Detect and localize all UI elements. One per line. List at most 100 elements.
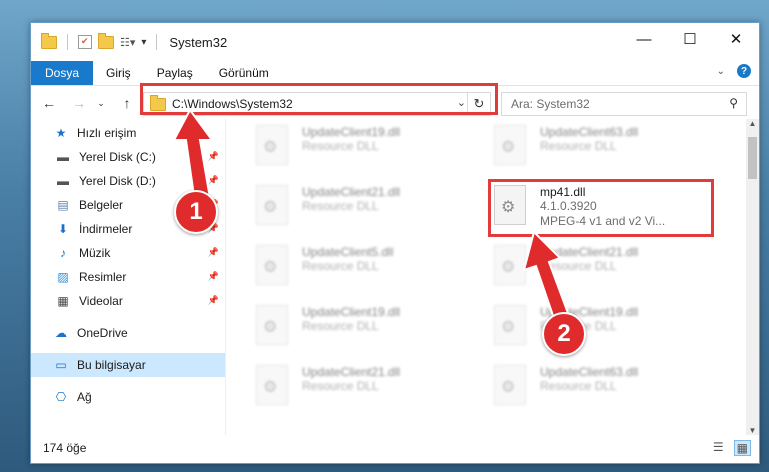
sidebar-item-music[interactable]: ♪ Müzik 📌 [31,241,225,265]
dll-file-icon [256,245,288,285]
tab-file[interactable]: Dosya [31,61,94,85]
search-icon[interactable]: ⚲ [729,96,738,110]
file-name: UpdateClient5.dll [302,245,394,259]
content-area: ★ Hızlı erişim ▬ Yerel Disk (C:) 📌 ▬ Yer… [31,119,759,435]
file-name: UpdateClient21.dll [302,365,401,379]
properties-icon[interactable]: ✔ [78,35,92,49]
window-title: System32 [169,34,228,50]
sidebar-item-label: Videolar [79,294,123,308]
cloud-icon: ☁ [55,326,67,340]
sidebar-item-label: Belgeler [79,198,124,212]
step-badge-1: 1 [174,190,218,234]
file-type: Resource DLL [302,259,379,273]
step-badge-2: 2 [542,312,586,356]
sidebar-item-videos[interactable]: ▦ Videolar 📌 [31,289,225,313]
file-item[interactable]: UpdateClient63.dll Resource DLL [494,125,638,165]
sidebar-item-label: İndirmeler [79,222,133,236]
sidebar-item-label: Hızlı erişim [77,126,137,140]
sidebar-item-label: Resimler [79,270,127,284]
folder-icon [41,32,57,49]
divider [156,34,158,50]
new-folder-icon[interactable] [98,32,114,49]
pin-icon[interactable]: 📌 [208,271,219,282]
sidebar-item-label: Yerel Disk (C:) [79,150,156,164]
file-type: Resource DLL [302,319,379,333]
sidebar-item-label: Yerel Disk (D:) [79,174,156,188]
file-type: Resource DLL [302,139,379,153]
close-button[interactable]: ✕ [713,23,759,55]
file-type: Resource DLL [302,379,379,393]
window-controls: — ☐ ✕ [621,23,759,55]
file-name: UpdateClient21.dll [302,185,401,199]
star-icon: ★ [55,126,67,140]
item-count: 174 öğe [43,441,87,455]
dll-file-icon [256,185,288,225]
sidebar-item-network[interactable]: ⎔ Ağ [31,385,225,409]
view-switcher: ☰ ▦ [713,440,751,456]
minimize-button[interactable]: — [621,23,667,55]
drive-icon: ▬ [57,174,69,188]
customize-dropdown-icon[interactable]: ▾ [141,37,146,48]
file-name: UpdateClient19.dll [302,125,401,139]
scroll-thumb[interactable] [748,137,757,179]
expand-ribbon-icon[interactable]: ⌄ [717,66,725,77]
sidebar-item-label: Bu bilgisayar [77,358,146,372]
file-list: UpdateClient19.dll Resource DLL UpdateCl… [226,119,746,435]
dll-file-icon [494,125,526,165]
explorer-window: ✔ ☷▾ ▾ System32 — ☐ ✕ Dosya Giriş Paylaş… [30,22,760,464]
file-name: UpdateClient63.dll [540,365,639,379]
scroll-up-icon[interactable]: ▲ [746,119,759,128]
video-icon: ▦ [57,294,69,308]
document-icon: ▤ [57,198,69,212]
up-arrow-icon[interactable]: ↑ [117,95,137,111]
quick-access-toolbar: ✔ ☷▾ ▾ [41,32,161,50]
file-item[interactable]: UpdateClient21.dll Resource DLL [256,185,400,225]
file-item[interactable]: UpdateClient5.dll Resource DLL [256,245,393,285]
network-icon: ⎔ [55,390,67,404]
sidebar-item-this-pc[interactable]: ▭ Bu bilgisayar [31,353,225,377]
tab-view[interactable]: Görünüm [206,61,282,85]
file-item[interactable]: UpdateClient19.dll Resource DLL [256,305,400,345]
dll-file-icon [494,365,526,405]
help-icon[interactable]: ? [737,64,751,78]
file-item[interactable]: UpdateClient21.dll Resource DLL [256,365,400,405]
back-arrow-icon[interactable]: ← [39,95,59,111]
scroll-down-icon[interactable]: ▼ [746,426,759,435]
pin-icon[interactable]: 📌 [208,295,219,306]
pin-icon[interactable]: 📌 [208,247,219,258]
maximize-button[interactable]: ☐ [667,23,713,55]
music-icon: ♪ [60,246,66,260]
sidebar-item-onedrive[interactable]: ☁ OneDrive [31,321,225,345]
dll-file-icon [256,305,288,345]
vertical-scrollbar[interactable]: ▲ ▼ [746,119,759,435]
file-type: Resource DLL [540,379,617,393]
drive-icon: ▬ [57,150,69,164]
search-placeholder: Ara: System32 [511,97,590,111]
download-icon: ⬇ [57,222,69,236]
details-view-icon[interactable]: ☰ [713,440,724,456]
search-input[interactable]: Ara: System32 ⚲ [501,92,747,116]
file-type: Resource DLL [540,139,617,153]
view-options-icon[interactable]: ☷▾ [120,36,135,49]
pictures-icon: ▨ [57,270,69,284]
sidebar-item-label: Ağ [77,390,92,404]
sidebar-item-pictures[interactable]: ▨ Resimler 📌 [31,265,225,289]
tab-share[interactable]: Paylaş [144,61,206,85]
dll-file-icon [256,365,288,405]
divider [67,34,68,50]
title-bar: ✔ ☷▾ ▾ System32 — ☐ ✕ [31,23,759,61]
status-bar: 174 öğe ☰ ▦ [31,435,759,461]
recent-locations-icon[interactable]: ⌄ [91,98,111,109]
highlight-box-file [488,179,714,237]
computer-icon: ▭ [55,358,67,372]
file-item[interactable]: UpdateClient63.dll Resource DLL [494,365,638,405]
forward-arrow-icon[interactable]: → [69,95,89,111]
file-type: Resource DLL [302,199,379,213]
dll-file-icon [256,125,288,165]
sidebar-item-label: OneDrive [77,326,128,340]
large-icons-view-icon[interactable]: ▦ [733,440,751,456]
file-item[interactable]: UpdateClient19.dll Resource DLL [256,125,400,165]
file-name: UpdateClient63.dll [540,125,639,139]
file-name: UpdateClient19.dll [302,305,401,319]
tab-home[interactable]: Giriş [93,61,144,85]
